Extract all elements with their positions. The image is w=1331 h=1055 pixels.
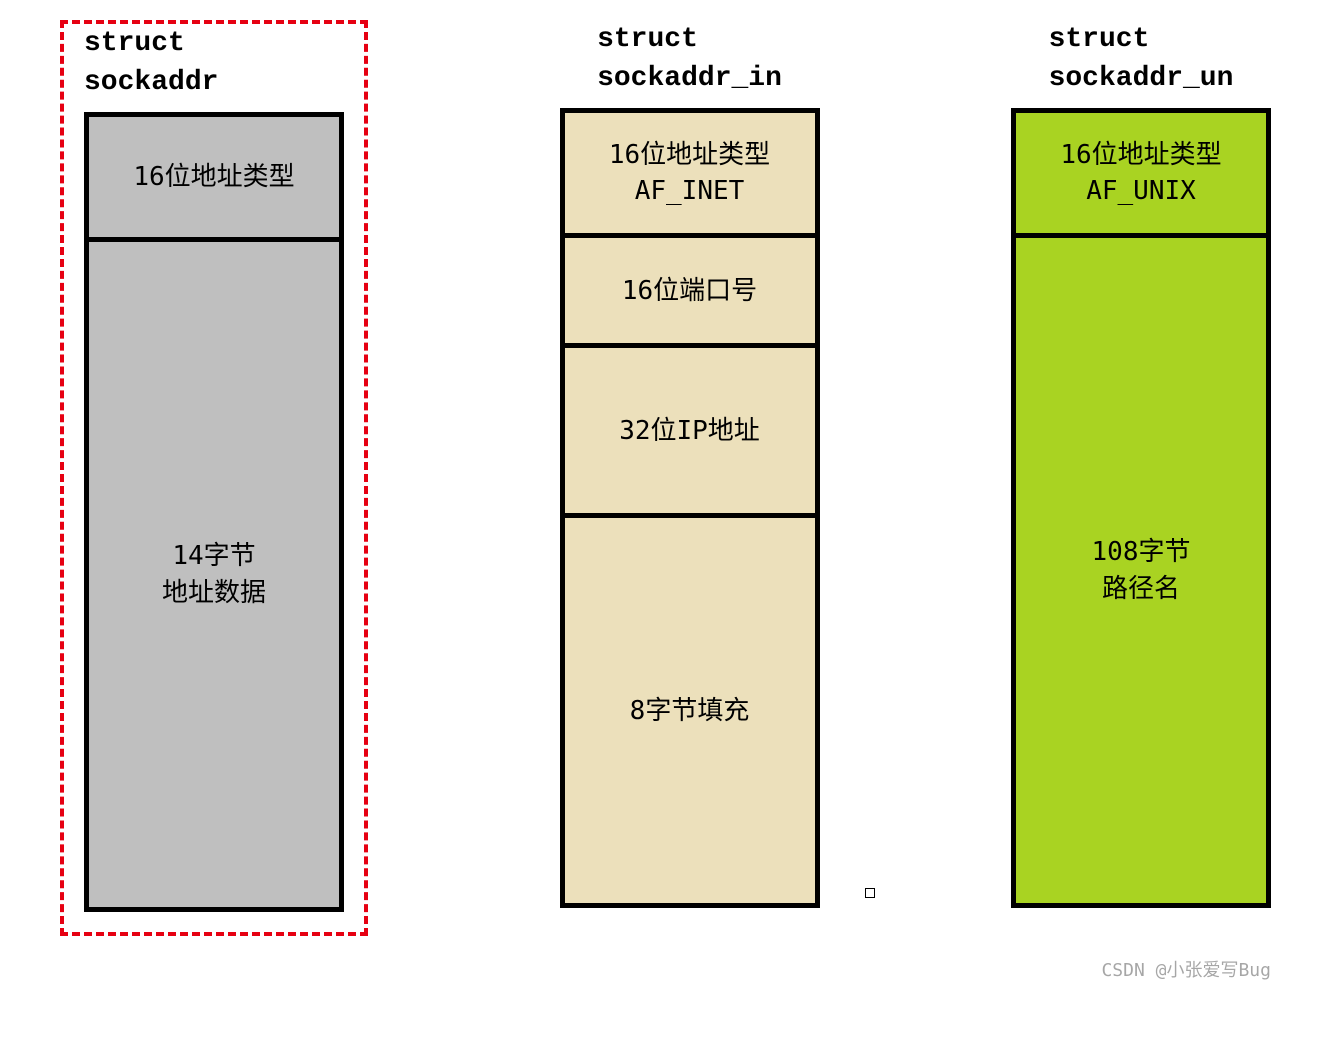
diagram-container: struct sockaddr 16位地址类型 14字节 地址数据 struct… bbox=[20, 20, 1311, 936]
cell-in-type: 16位地址类型 AF_INET bbox=[565, 113, 815, 233]
highlight-box: struct sockaddr 16位地址类型 14字节 地址数据 bbox=[60, 20, 368, 936]
cell-sockaddr-type: 16位地址类型 bbox=[89, 117, 339, 237]
struct-sockaddr-un: 16位地址类型 AF_UNIX 108字节 路径名 bbox=[1011, 108, 1271, 908]
title-sockaddr: struct sockaddr bbox=[84, 24, 344, 102]
cell-in-ip: 32位IP地址 bbox=[565, 343, 815, 513]
title-sockaddr-in: struct sockaddr_in bbox=[597, 20, 782, 98]
cell-in-pad: 8字节填充 bbox=[565, 513, 815, 903]
column-sockaddr-in: struct sockaddr_in 16位地址类型 AF_INET 16位端口… bbox=[560, 20, 820, 908]
marker-icon bbox=[865, 888, 875, 898]
watermark-text: CSDN @小张爱写Bug bbox=[20, 936, 1311, 982]
cell-in-port: 16位端口号 bbox=[565, 233, 815, 343]
struct-sockaddr-in: 16位地址类型 AF_INET 16位端口号 32位IP地址 8字节填充 bbox=[560, 108, 820, 908]
cell-un-type: 16位地址类型 AF_UNIX bbox=[1016, 113, 1266, 233]
column-sockaddr: struct sockaddr 16位地址类型 14字节 地址数据 bbox=[60, 20, 368, 936]
column-sockaddr-un: struct sockaddr_un 16位地址类型 AF_UNIX 108字节… bbox=[1011, 20, 1271, 908]
cell-sockaddr-data: 14字节 地址数据 bbox=[89, 237, 339, 907]
cell-un-path: 108字节 路径名 bbox=[1016, 233, 1266, 903]
struct-sockaddr: 16位地址类型 14字节 地址数据 bbox=[84, 112, 344, 912]
title-sockaddr-un: struct sockaddr_un bbox=[1049, 20, 1234, 98]
